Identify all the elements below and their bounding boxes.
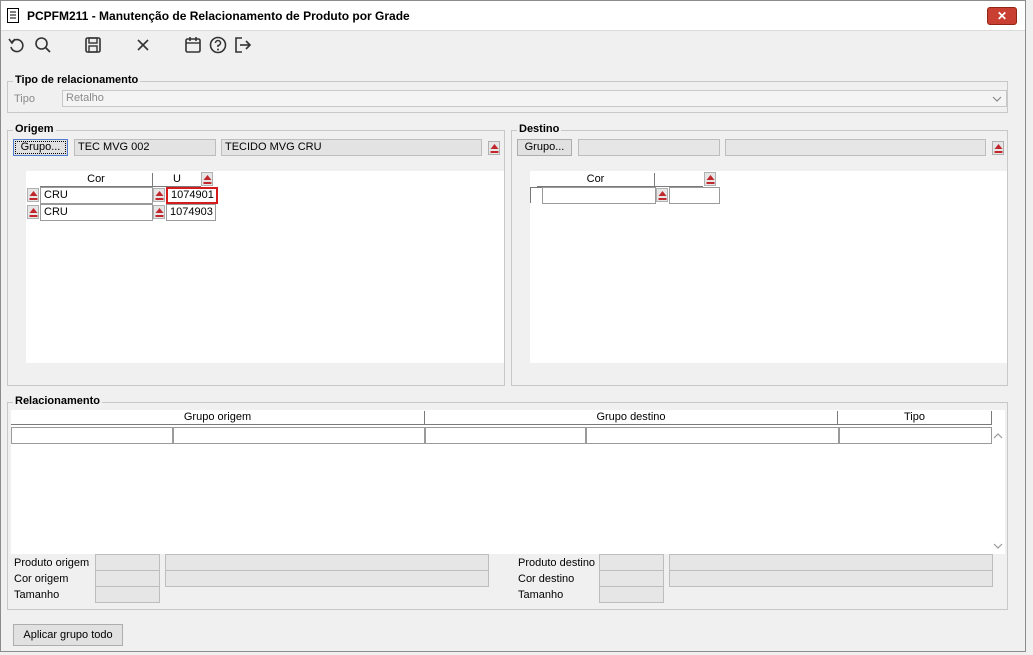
- destino-row-indicator: [530, 187, 542, 203]
- relacionamento-legend: Relacionamento: [13, 395, 102, 407]
- scroll-down-icon[interactable]: [992, 542, 1004, 552]
- tamanho-origem-label: Tamanho: [14, 589, 60, 601]
- rel-row1-grupo-origem-desc[interactable]: [173, 427, 425, 444]
- destino-row1-lookup-icon[interactable]: [656, 188, 668, 202]
- rel-row1-grupo-destino-code[interactable]: [425, 427, 586, 444]
- produto-destino-desc: [669, 554, 993, 571]
- main-window: PCPFM211 - Manutenção de Relacionamento …: [0, 0, 1026, 652]
- origem-row1-cor-lookup-icon[interactable]: [27, 188, 39, 202]
- cancel-icon[interactable]: [133, 35, 153, 55]
- tipo-relacionamento-legend: Tipo de relacionamento: [13, 74, 141, 86]
- toolbar: [1, 31, 1025, 59]
- rel-col-grupo-destino: Grupo destino: [425, 411, 838, 425]
- exit-icon[interactable]: [233, 35, 253, 55]
- help-icon[interactable]: [208, 35, 228, 55]
- origem-row2-u-lookup-icon[interactable]: [153, 205, 165, 219]
- tipo-select[interactable]: Retalho: [62, 90, 1007, 107]
- origem-grupo-button[interactable]: Grupo...: [13, 139, 68, 156]
- destino-grupo-button-label: Grupo...: [524, 141, 565, 153]
- document-icon: [7, 8, 19, 23]
- origem-grupo-code-value: TEC MVG 002: [78, 141, 150, 153]
- origem-row1-cor-value: CRU: [44, 189, 68, 201]
- tamanho-destino-label: Tamanho: [518, 589, 564, 601]
- origem-row1-u[interactable]: 1074901: [166, 187, 218, 204]
- calendar-icon[interactable]: [183, 35, 203, 55]
- cor-destino-code: [599, 570, 664, 587]
- origem-row2-u[interactable]: 1074903: [166, 204, 216, 221]
- origem-grid: Cor U CRU 1074901 CRU 1074903: [26, 171, 504, 363]
- destino-row1-cor[interactable]: [542, 187, 656, 204]
- aplicar-grupo-todo-label: Aplicar grupo todo: [23, 629, 113, 641]
- origem-row1-u-lookup-icon[interactable]: [153, 188, 165, 202]
- cor-destino-desc: [669, 570, 993, 587]
- destino-col-lookup-icon[interactable]: [704, 172, 716, 186]
- tamanho-destino-code: [599, 586, 664, 603]
- scroll-up-icon[interactable]: [992, 432, 1004, 442]
- chevron-down-icon: [992, 94, 1002, 104]
- produto-origem-label: Produto origem: [14, 557, 90, 569]
- produto-destino-label: Produto destino: [518, 557, 596, 569]
- destino-col-cor: Cor: [537, 173, 655, 187]
- origem-row1-u-value: 1074901: [171, 189, 214, 201]
- destino-row1-col2[interactable]: [669, 187, 720, 204]
- search-icon[interactable]: [33, 35, 53, 55]
- origem-grupo-desc: TECIDO MVG CRU: [221, 139, 482, 156]
- origem-row2-cor-value: CRU: [44, 206, 68, 218]
- produto-origem-code: [95, 554, 160, 571]
- destino-group: Destino Grupo... Cor: [511, 123, 1008, 386]
- origem-grupo-lookup-icon[interactable]: [488, 141, 500, 155]
- origem-col-u: U: [153, 173, 201, 187]
- origem-col-lookup-icon[interactable]: [201, 172, 213, 186]
- origem-row1-cor[interactable]: CRU: [40, 187, 153, 204]
- origem-row2-cor-lookup-icon[interactable]: [27, 205, 39, 219]
- destino-grupo-code: [578, 139, 720, 156]
- rel-row1-grupo-origem-code[interactable]: [11, 427, 173, 444]
- cor-origem-desc: [165, 570, 489, 587]
- destino-legend: Destino: [517, 123, 562, 135]
- origem-grupo-code: TEC MVG 002: [74, 139, 216, 156]
- origem-grupo-button-label: Grupo...: [20, 141, 61, 153]
- destino-grid: Cor: [530, 171, 1007, 363]
- origem-legend: Origem: [13, 123, 56, 135]
- tipo-relacionamento-group: Tipo de relacionamento Tipo Retalho: [7, 74, 1008, 113]
- aplicar-grupo-todo-button[interactable]: Aplicar grupo todo: [13, 624, 123, 646]
- origem-row2-u-value: 1074903: [170, 206, 213, 218]
- tamanho-origem-code: [95, 586, 160, 603]
- origem-col-cor: Cor: [40, 173, 153, 187]
- relacionamento-grid: Grupo origem Grupo destino Tipo: [11, 410, 1005, 554]
- cor-origem-code: [95, 570, 160, 587]
- relacionamento-group: Relacionamento Grupo origem Grupo destin…: [7, 395, 1008, 610]
- produto-origem-desc: [165, 554, 489, 571]
- undo-icon[interactable]: [7, 35, 27, 55]
- cor-destino-label: Cor destino: [518, 573, 575, 585]
- destino-col-2: [655, 173, 703, 187]
- rel-row1-tipo[interactable]: [839, 427, 992, 444]
- destino-grupo-desc: [725, 139, 986, 156]
- save-icon[interactable]: [83, 35, 103, 55]
- origem-group: Origem Grupo... TEC MVG 002 TECIDO MVG C…: [7, 123, 505, 386]
- cor-origem-label: Cor origem: [14, 573, 69, 585]
- tipo-value: Retalho: [66, 92, 104, 104]
- origem-row2-cor[interactable]: CRU: [40, 204, 153, 221]
- title-bar: PCPFM211 - Manutenção de Relacionamento …: [1, 1, 1025, 31]
- rel-col-tipo: Tipo: [838, 411, 992, 425]
- origem-grupo-desc-value: TECIDO MVG CRU: [225, 141, 322, 153]
- destino-grupo-lookup-icon[interactable]: [992, 141, 1004, 155]
- rel-col-grupo-origem: Grupo origem: [11, 411, 425, 425]
- close-button[interactable]: ✕: [987, 7, 1017, 25]
- close-icon: ✕: [996, 9, 1008, 23]
- destino-grupo-button[interactable]: Grupo...: [517, 139, 572, 156]
- window-title: PCPFM211 - Manutenção de Relacionamento …: [27, 9, 410, 23]
- produto-destino-code: [599, 554, 664, 571]
- rel-row1-grupo-destino-desc[interactable]: [586, 427, 839, 444]
- tipo-label: Tipo: [14, 93, 35, 105]
